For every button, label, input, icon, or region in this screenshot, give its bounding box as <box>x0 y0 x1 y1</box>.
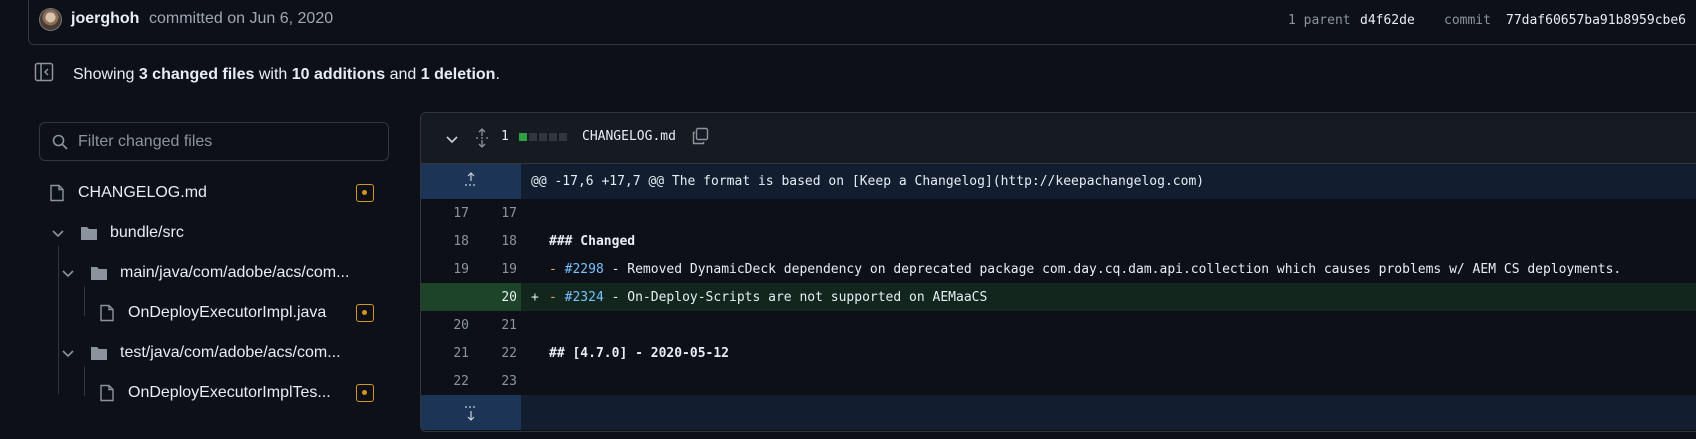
tree-folder-test-java[interactable]: test/java/com/adobe/acs/com... <box>60 338 341 368</box>
committed-date: committed on Jun 6, 2020 <box>149 10 334 27</box>
expand-up-icon[interactable] <box>457 172 485 192</box>
diffstat-bar <box>519 133 567 141</box>
folder-icon <box>91 347 107 360</box>
tree-item-label: test/java/com/adobe/acs/com... <box>120 344 341 361</box>
file-diff-header: 1 CHANGELOG.md <box>421 113 1696 164</box>
tree-item-label: CHANGELOG.md <box>78 184 207 201</box>
new-line-number[interactable]: 19 <box>469 262 517 277</box>
diff-summary: Showing 3 changed files with 10 addition… <box>73 66 500 83</box>
parent-sha-link[interactable]: d4f62de <box>1360 13 1415 28</box>
tree-item-label: OnDeployExecutorImplTes... <box>128 384 331 401</box>
chevron-down-icon <box>62 270 74 278</box>
old-line-number[interactable]: 17 <box>421 206 469 221</box>
line-code: - #2324 - On-Deploy-Scripts are not supp… <box>549 290 988 305</box>
old-line-number[interactable]: 20 <box>421 318 469 333</box>
author-link[interactable]: joerghoh <box>71 10 139 28</box>
additions-count: 10 additions <box>291 66 386 83</box>
folder-icon <box>81 227 97 240</box>
tree-item-label: OnDeployExecutorImpl.java <box>128 304 327 321</box>
tree-file-ondeployexecutorimpltest[interactable]: OnDeployExecutorImplTes... <box>98 378 331 408</box>
expand-down-row <box>421 395 1696 430</box>
modified-icon <box>356 184 374 202</box>
avatar[interactable] <box>39 8 62 31</box>
chevron-down-icon <box>62 350 74 358</box>
tree-guide-line <box>58 246 59 394</box>
new-line-number[interactable]: 22 <box>469 346 517 361</box>
file-icon <box>50 184 64 202</box>
diff-line: 18 18 ### Changed <box>421 227 1696 255</box>
line-code: ## [4.7.0] - 2020-05-12 <box>549 346 730 361</box>
tree-file-changelog[interactable]: CHANGELOG.md <box>48 178 207 208</box>
old-line-number[interactable]: 19 <box>421 262 469 277</box>
toggle-file-tree-icon[interactable] <box>34 62 54 82</box>
diff-line: 20 21 <box>421 311 1696 339</box>
tree-guide-line <box>84 286 85 316</box>
tree-item-label: bundle/src <box>110 224 184 241</box>
new-line-number[interactable]: 18 <box>469 234 517 249</box>
diff-file-name[interactable]: CHANGELOG.md <box>582 129 676 144</box>
diff-line: 19 19 - #2298 - Removed DynamicDeck depe… <box>421 255 1696 283</box>
filter-files-input[interactable] <box>78 131 378 153</box>
tree-item-label: main/java/com/adobe/acs/com... <box>120 264 350 281</box>
diffstat-block <box>529 133 537 141</box>
diffstat-block <box>559 133 567 141</box>
diffstat-block <box>549 133 557 141</box>
modified-icon <box>356 384 374 402</box>
file-icon <box>100 384 114 402</box>
new-line-number[interactable]: 23 <box>469 374 517 389</box>
expand-all-icon[interactable] <box>474 128 490 148</box>
old-line-number[interactable]: 18 <box>421 234 469 249</box>
old-line-number[interactable]: 22 <box>421 374 469 389</box>
diffstat-block <box>519 133 527 141</box>
modified-icon <box>356 304 374 322</box>
hunk-header-text: @@ -17,6 +17,7 @@ The format is based on… <box>531 174 1205 189</box>
search-icon <box>52 134 68 150</box>
copy-icon[interactable] <box>691 127 709 145</box>
commit-sha: 77daf60657ba91b8959cbe6 <box>1506 13 1687 28</box>
deletions-count: 1 deletion <box>420 66 496 83</box>
tree-folder-bundle-src[interactable]: bundle/src <box>50 218 184 248</box>
new-line-number[interactable]: 17 <box>469 206 517 221</box>
tree-folder-main-java[interactable]: main/java/com/adobe/acs/com... <box>60 258 349 288</box>
diffstat-count: 1 <box>501 129 509 144</box>
parent-label: 1 parent <box>1288 13 1351 28</box>
diff-line-added: 20 + - #2324 - On-Deploy-Scripts are not… <box>421 283 1696 311</box>
diff-sign: + <box>531 290 539 305</box>
chevron-down-icon <box>52 230 64 238</box>
old-line-number[interactable]: 21 <box>421 346 469 361</box>
tree-file-ondeployexecutorimpl[interactable]: OnDeployExecutorImpl.java <box>98 298 326 328</box>
folder-icon <box>91 267 107 280</box>
diffstat-block <box>539 133 547 141</box>
line-code: ### Changed <box>549 234 636 249</box>
diff-line: 22 23 <box>421 367 1696 395</box>
file-diff-panel: 1 CHANGELOG.md @@ -17,6 +17,7 @@ The for… <box>420 112 1696 432</box>
line-code: - #2298 - Removed DynamicDeck dependency… <box>549 262 1622 277</box>
changed-files-count: 3 changed files <box>138 66 255 83</box>
hunk-header-row: @@ -17,6 +17,7 @@ The format is based on… <box>421 164 1696 199</box>
diff-line: 17 17 <box>421 199 1696 227</box>
new-line-number[interactable]: 20 <box>469 290 517 305</box>
chevron-down-icon[interactable] <box>444 131 460 147</box>
filter-files-box[interactable] <box>39 122 389 161</box>
commit-label: commit <box>1444 13 1491 28</box>
diff-line: 21 22 ## [4.7.0] - 2020-05-12 <box>421 339 1696 367</box>
new-line-number[interactable]: 21 <box>469 318 517 333</box>
tree-guide-line <box>84 366 85 396</box>
file-icon <box>100 304 114 322</box>
expand-down-icon[interactable] <box>457 402 485 422</box>
